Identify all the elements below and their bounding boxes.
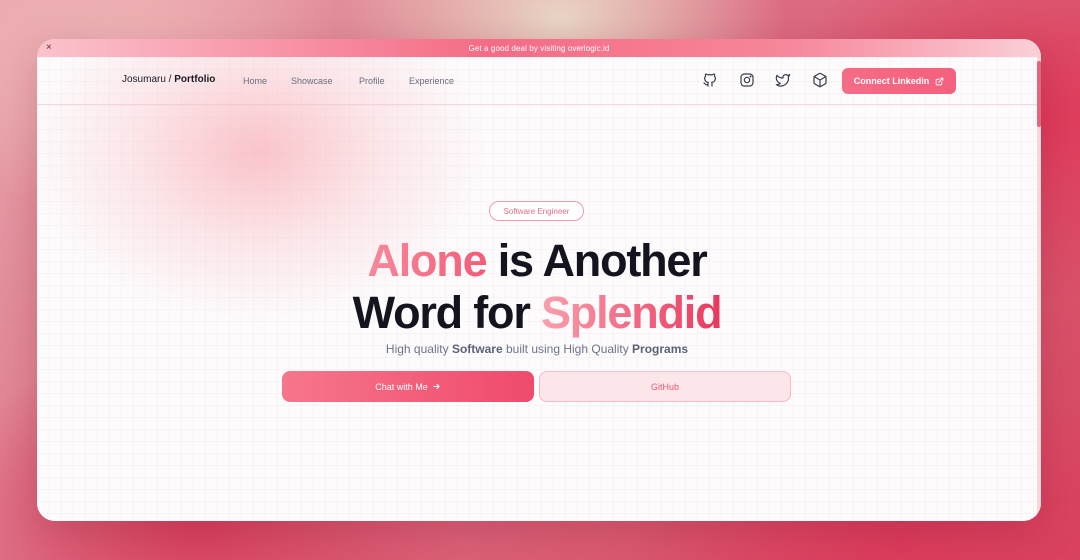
browser-window: × Get a good deal by visiting overlogic.…	[37, 39, 1041, 521]
subline-part-1: High quality	[385, 342, 452, 356]
github-icon[interactable]	[702, 72, 718, 88]
navbar: Josumaru / Portfolio Home Showcase Profi…	[37, 57, 1037, 105]
connect-linkedin-label: Connect Linkedin	[853, 76, 930, 86]
twitter-icon[interactable]	[775, 72, 791, 88]
brand-logo[interactable]: Josumaru / Portfolio	[122, 74, 215, 85]
chat-with-me-button[interactable]: Chat with Me	[282, 371, 534, 402]
subline-part-2: built using High Quality	[502, 342, 633, 356]
github-button[interactable]: GitHub	[539, 371, 791, 402]
headline-text-2: Word for	[352, 287, 541, 338]
brand-separator: /	[165, 74, 175, 85]
headline-accent-splendid: Splendid	[540, 287, 723, 338]
close-icon[interactable]: ×	[46, 41, 52, 55]
box-icon[interactable]	[812, 72, 828, 88]
scrollbar-thumb[interactable]	[1037, 61, 1041, 127]
chat-with-me-label: Chat with Me	[375, 381, 428, 392]
arrow-right-icon	[432, 382, 441, 391]
hero-subline: High quality Software built using High Q…	[37, 342, 1037, 356]
nav-link-experience[interactable]: Experience	[409, 76, 454, 86]
nav-link-profile[interactable]: Profile	[359, 76, 385, 86]
role-badge: Software Engineer	[489, 201, 584, 221]
brand-name: Josumaru	[122, 74, 166, 85]
page: Josumaru / Portfolio Home Showcase Profi…	[37, 57, 1037, 521]
headline-text-1: is Another	[486, 235, 708, 286]
scrollbar[interactable]	[1037, 57, 1041, 521]
announcement-text[interactable]: Get a good deal by visiting overlogic.id	[469, 44, 610, 53]
nav-link-home[interactable]: Home	[243, 76, 267, 86]
hero-headline: Alone is Another Word for Splendid	[37, 235, 1037, 339]
announcement-bar: × Get a good deal by visiting overlogic.…	[37, 39, 1041, 57]
headline-line-2: Word for Splendid	[37, 287, 1037, 339]
nav-link-showcase[interactable]: Showcase	[291, 76, 333, 86]
headline-accent-alone: Alone	[367, 235, 487, 286]
instagram-icon[interactable]	[739, 72, 755, 88]
subline-bold-2: Programs	[632, 342, 689, 356]
headline-line-1: Alone is Another	[37, 235, 1037, 287]
subline-bold-1: Software	[451, 342, 503, 356]
connect-linkedin-button[interactable]: Connect Linkedin	[842, 68, 956, 94]
github-button-label: GitHub	[650, 381, 679, 392]
external-link-icon	[935, 77, 944, 86]
brand-section: Portfolio	[174, 74, 216, 85]
